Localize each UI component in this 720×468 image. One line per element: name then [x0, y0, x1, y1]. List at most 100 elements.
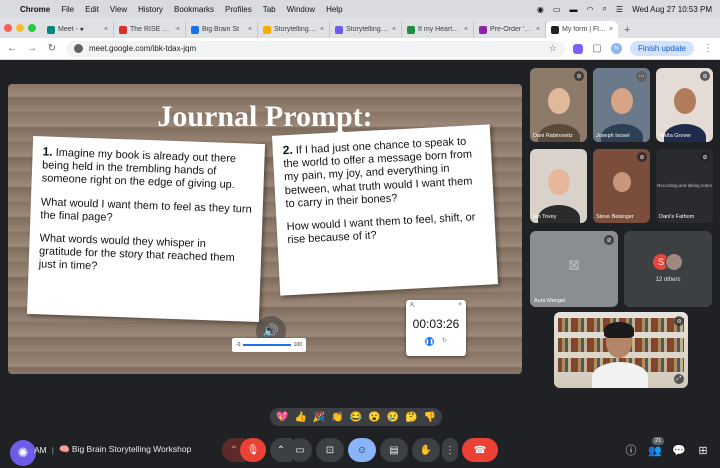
docs-favicon-icon — [191, 25, 199, 34]
volume-track[interactable] — [243, 344, 291, 346]
participant-tile-joseph[interactable]: ⋯ Joseph Isosel — [593, 68, 650, 142]
forward-icon[interactable]: → — [26, 43, 38, 54]
reaction-surprised[interactable]: 😮 — [368, 412, 380, 423]
camera-toggle-button[interactable]: ▭ — [288, 438, 312, 462]
screen-icon[interactable]: ▭ — [553, 5, 561, 14]
more-options-button[interactable]: ⋮ — [442, 438, 458, 462]
reaction-clap[interactable]: 👏 — [331, 412, 343, 423]
extension-icon[interactable] — [572, 43, 583, 54]
captions-icon: ▤ — [389, 444, 399, 456]
profile-avatar[interactable]: N — [610, 43, 622, 54]
raise-hand-button[interactable]: ✋ — [412, 438, 440, 462]
captions-button[interactable]: ▤ — [380, 438, 408, 462]
reaction-thumbs-up[interactable]: 👍 — [294, 412, 306, 423]
close-window-icon[interactable] — [4, 24, 12, 32]
participant-tile-fathom[interactable]: ⊘ Recording and taking notes Dani's Fath… — [656, 149, 713, 223]
timer-popout-icon[interactable]: ⇱ — [410, 302, 415, 309]
reaction-thinking[interactable]: 🤔 — [405, 412, 417, 423]
reactions-button[interactable]: ☺ — [348, 438, 376, 462]
menu-view[interactable]: View — [110, 5, 127, 14]
menu-bookmarks[interactable]: Bookmarks — [174, 5, 214, 14]
tab-storytelling-jou[interactable]: Storytelling Jou× — [330, 21, 402, 38]
reaction-heart[interactable]: 💖 — [276, 412, 288, 423]
tab-if-my-heart[interactable]: If my Heart Co × — [402, 21, 474, 38]
more-options-icon[interactable]: ⋯ — [636, 71, 647, 82]
menu-tab[interactable]: Tab — [263, 5, 276, 14]
more-vert-icon: ⋮ — [445, 444, 455, 456]
menu-profiles[interactable]: Profiles — [225, 5, 252, 14]
close-icon[interactable]: × — [464, 26, 468, 33]
participant-tile-steve[interactable]: ⊘ Steve Belanger — [593, 149, 650, 223]
new-tab-button[interactable]: + — [618, 21, 636, 38]
search-icon[interactable]: ⌕ — [602, 4, 606, 14]
camera-icon: ▭ — [295, 444, 305, 456]
record-icon[interactable]: ◉ — [537, 5, 544, 14]
menu-edit[interactable]: Edit — [85, 5, 99, 14]
participant-face — [610, 87, 633, 114]
others-tile[interactable]: S 12 others — [624, 231, 712, 307]
reaction-party[interactable]: 🎉 — [313, 412, 325, 423]
mic-toggle-button[interactable]: 🎙 — [240, 438, 266, 462]
close-icon[interactable]: × — [609, 26, 613, 33]
participant-tile-dani[interactable]: ⊘ Dani Rabinowitz — [530, 68, 587, 142]
tab-storytelling-eve[interactable]: Storytelling Eve× — [258, 21, 330, 38]
wifi-icon[interactable]: ◠ — [586, 5, 593, 14]
participant-tile-aura[interactable]: ⊠ ⊘ Aura Mengel — [530, 231, 618, 307]
tab-my-form[interactable]: My form | Floo × — [546, 21, 618, 38]
zoom-window-icon[interactable] — [28, 24, 36, 32]
menu-help[interactable]: Help — [326, 5, 342, 14]
menu-app[interactable]: Chrome — [20, 5, 50, 14]
timer-display: 00:03:26 — [412, 317, 460, 331]
close-icon[interactable]: × — [320, 26, 324, 33]
self-view-options-icon[interactable]: ⤢ — [674, 374, 684, 384]
bookmark-star-icon[interactable]: ☆ — [549, 43, 557, 54]
menu-history[interactable]: History — [138, 5, 163, 14]
close-icon[interactable]: × — [104, 26, 108, 33]
timer-reset-icon[interactable]: ↻ — [442, 337, 447, 346]
menubar-datetime[interactable]: Wed Aug 27 10:53 PM — [632, 5, 712, 14]
menu-window[interactable]: Window — [287, 5, 315, 14]
browser-menu-icon[interactable]: ⋮ — [702, 43, 714, 54]
control-center-icon[interactable]: ☰ — [616, 5, 623, 14]
minimize-window-icon[interactable] — [16, 24, 24, 32]
reaction-sad[interactable]: 😢 — [387, 412, 399, 423]
back-icon[interactable]: ← — [6, 43, 18, 54]
close-icon[interactable]: × — [248, 26, 252, 33]
finish-update-button[interactable]: Finish update — [629, 41, 694, 56]
address-bar[interactable]: meet.google.com/ibk-tdax-jqm ☆ — [66, 40, 565, 57]
battery-icon[interactable]: ▬ — [569, 5, 577, 14]
timer-pause-button[interactable]: ❚❚ — [424, 337, 434, 346]
tab-meet[interactable]: Meet - ● × — [42, 21, 114, 38]
macos-menubar: Chrome File Edit View History Bookmarks … — [0, 0, 720, 18]
close-icon[interactable]: × — [536, 26, 540, 33]
self-view-tile[interactable]: ⊘ ⤢ — [554, 312, 688, 388]
close-icon[interactable]: × — [176, 26, 180, 33]
url-text: meet.google.com/ibk-tdax-jqm — [89, 44, 197, 53]
menu-file[interactable]: File — [61, 5, 74, 14]
participant-tile-ian[interactable]: Ian Tovey — [530, 149, 587, 223]
present-screen-button[interactable]: ⊡ — [316, 438, 344, 462]
reaction-thumbs-down[interactable]: 👎 — [424, 412, 436, 423]
tab-rise[interactable]: The RISE Progr× — [114, 21, 186, 38]
participant-tile-nikita[interactable]: ⊘ Nikita Grover — [656, 68, 713, 142]
tab-pre-order[interactable]: Pre-Order 'If M × — [474, 21, 546, 38]
reaction-laugh[interactable]: 😂 — [350, 412, 362, 423]
timer-close-icon[interactable]: × — [458, 302, 462, 309]
tab-big-brain[interactable]: Big Brain St × — [186, 21, 258, 38]
volume-slider[interactable]: -0 100 — [232, 338, 306, 352]
reload-icon[interactable]: ↻ — [46, 43, 58, 54]
meeting-info-icon[interactable]: ⓘ — [624, 443, 638, 457]
close-icon[interactable]: × — [392, 26, 396, 33]
activities-icon[interactable]: ⊞ — [696, 443, 710, 457]
participant-name: Nikita Grover — [659, 133, 692, 139]
extensions-puzzle-icon[interactable]: ▢ — [591, 43, 603, 54]
tab-strip: Meet - ●× The RISE Progr× Big Brain St× … — [0, 18, 720, 38]
prompt-2-number: 2. — [282, 142, 294, 158]
people-button[interactable]: 21 👥 — [648, 437, 665, 457]
meeting-controls: ✺ AM | 🧠 Big Brain Storytelling Workshop… — [0, 434, 720, 468]
activities-fab-button[interactable]: ✺ — [10, 440, 36, 466]
site-info-icon[interactable] — [74, 44, 83, 53]
youtube-favicon-icon — [119, 25, 127, 34]
chat-icon[interactable]: 💬 — [672, 443, 686, 457]
leave-call-button[interactable]: ☎ — [462, 438, 498, 462]
